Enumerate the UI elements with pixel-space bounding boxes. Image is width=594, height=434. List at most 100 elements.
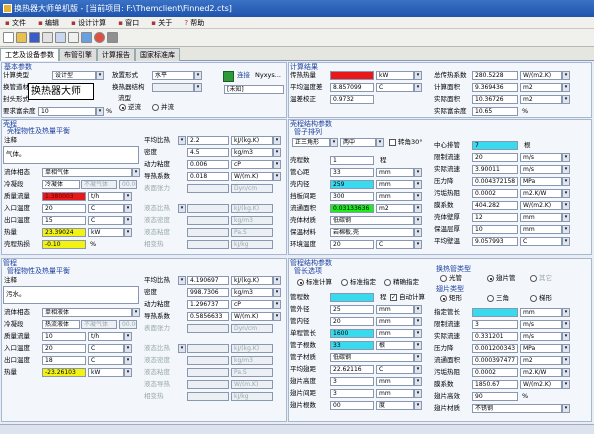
spec-length-dropdown-icon[interactable]: ▾ — [562, 308, 570, 317]
tube-tension-input[interactable] — [187, 324, 229, 333]
shell-out-dropdown-icon[interactable]: ▾ — [124, 216, 132, 225]
tri-fin-radio[interactable] — [487, 295, 494, 302]
tube-liq-cp-input[interactable] — [187, 344, 229, 353]
avg-fin-gap-dropdown-icon[interactable]: ▾ — [414, 365, 422, 374]
tube-medium-select[interactable]: 单相液体 — [42, 308, 132, 317]
shell-passes-input[interactable]: 1 — [330, 156, 374, 165]
fin-spacing-unit[interactable]: mm — [376, 389, 414, 398]
fin-angle-input[interactable]: 00 — [330, 401, 374, 410]
shell-flow-dropdown-icon[interactable]: ▾ — [124, 192, 132, 201]
tube-count-unit[interactable]: 根 — [376, 341, 414, 350]
mean-temp-diff-dropdown-icon[interactable]: ▾ — [414, 83, 422, 92]
shell-liq-visc-input[interactable] — [187, 228, 229, 237]
tube-heat-unit[interactable]: kW — [88, 368, 124, 377]
tube-out-dropdown-icon[interactable]: ▾ — [124, 356, 132, 365]
fin-height-input[interactable]: 3 — [330, 377, 374, 386]
tube-speed-limit-unit[interactable]: m/s — [520, 320, 562, 329]
structure-dropdown-icon[interactable]: ▾ — [194, 83, 202, 92]
copy-icon[interactable] — [55, 32, 66, 43]
link-icon[interactable] — [223, 71, 234, 82]
calc-area-unit[interactable]: m2 — [520, 83, 562, 92]
insulation-select[interactable]: 岩棉板,壳 — [330, 228, 414, 237]
counterflow-radio[interactable] — [119, 104, 126, 111]
tube-cp-dropdown-icon[interactable]: ▾ — [178, 276, 186, 285]
menu-file[interactable]: ▪ 文件 — [0, 17, 31, 29]
tube-fouling-input[interactable]: 0.0002 — [472, 368, 518, 377]
shell-thick-input[interactable]: 12 — [472, 213, 518, 222]
shell-note-text[interactable]: 气体。 — [3, 146, 139, 164]
shell-cond-input[interactable]: 0.018 — [187, 172, 229, 181]
margin-dropdown-icon[interactable]: ▾ — [96, 107, 104, 116]
shell-tension-unit[interactable]: Dyn/cm — [231, 184, 273, 193]
bare-tube-radio[interactable] — [440, 275, 447, 282]
baffle-dropdown-icon[interactable]: ▾ — [414, 192, 422, 201]
heat-load-unit[interactable]: kW — [376, 71, 414, 80]
tube-fouling-unit[interactable]: m2.K/W — [520, 368, 562, 377]
tube-visc-dropdown-icon[interactable]: ▾ — [273, 300, 281, 309]
pitch-layout-select[interactable]: 两中 — [340, 138, 376, 147]
shell-speed-limit-input[interactable]: 20 — [472, 153, 518, 162]
fin-angle-dropdown-icon[interactable]: ▾ — [414, 401, 422, 410]
real-area-unit[interactable]: m2 — [520, 95, 562, 104]
tab-report[interactable]: 计算报告 — [97, 48, 135, 61]
fin-height-unit[interactable]: mm — [376, 377, 414, 386]
tube-liq-visc-input[interactable] — [187, 368, 229, 377]
tube-od-unit[interactable]: mm — [376, 305, 414, 314]
shell-film-unit[interactable]: W/(m2.K) — [520, 201, 562, 210]
mean-temp-diff-unit[interactable]: C — [376, 83, 414, 92]
tube-id-input[interactable]: 20 — [330, 317, 374, 326]
heat-load-unit-dropdown-icon[interactable]: ▾ — [414, 71, 422, 80]
calculate-icon[interactable] — [81, 32, 92, 43]
tube-pitch-input[interactable]: 33 — [330, 168, 374, 177]
tube-density-dropdown-icon[interactable]: ▾ — [273, 288, 281, 297]
tube-length-input[interactable]: 1600 — [330, 329, 374, 338]
shell-in-dropdown-icon[interactable]: ▾ — [124, 204, 132, 213]
shell-density-dropdown-icon[interactable]: ▾ — [273, 148, 281, 157]
shell-visc-input[interactable]: 0.006 — [187, 160, 229, 169]
ambient-input[interactable]: 20 — [330, 240, 374, 249]
fin-material-dropdown-icon[interactable]: ▾ — [562, 404, 570, 413]
shell-heat-dropdown-icon[interactable]: ▾ — [124, 228, 132, 237]
std-calc-radio[interactable] — [297, 279, 304, 286]
overall-coeff-dropdown-icon[interactable]: ▾ — [562, 71, 570, 80]
trap-fin-radio[interactable] — [530, 295, 537, 302]
margin-input[interactable]: 10 — [38, 107, 96, 116]
shell-material-select[interactable]: 低碳钢 — [330, 216, 414, 225]
tube-od-dropdown-icon[interactable]: ▾ — [414, 305, 422, 314]
tube-flow-input[interactable]: 10 — [42, 332, 86, 341]
print-icon[interactable] — [107, 32, 118, 43]
tube-cp-unit[interactable]: kJ/(kg.K) — [231, 276, 273, 285]
cut-icon[interactable] — [42, 32, 53, 43]
tube-noncond-value[interactable]: 不凝气体 — [81, 320, 117, 329]
tube-liq-cond-unit[interactable]: W/(m.K) — [231, 380, 273, 389]
shell-id-input[interactable]: 259 — [330, 180, 374, 189]
menu-about[interactable]: ▪ 关于 — [146, 17, 177, 29]
shell-liq-density-input[interactable] — [187, 216, 229, 225]
ambient-dropdown-icon[interactable]: ▾ — [414, 240, 422, 249]
orient-dropdown-icon[interactable]: ▾ — [194, 71, 202, 80]
std-spec-radio[interactable] — [341, 279, 348, 286]
shell-noncond-pct[interactable]: 00.00 — [119, 180, 137, 189]
baffle-unit[interactable]: mm — [376, 192, 414, 201]
wall-temp-dropdown-icon[interactable]: ▾ — [562, 237, 570, 246]
fin-spacing-input[interactable]: 3 — [330, 389, 374, 398]
tube-density-unit[interactable]: kg/m3 — [231, 288, 273, 297]
real-area-dropdown-icon[interactable]: ▾ — [562, 95, 570, 104]
tube-out-input[interactable]: 18 — [42, 356, 86, 365]
shell-medium-select[interactable]: 单相气体 — [42, 168, 132, 177]
shell-in-unit[interactable]: C — [88, 204, 124, 213]
pitch-pattern-dropdown-icon[interactable]: ▾ — [330, 138, 338, 147]
tube-od-input[interactable]: 25 — [330, 305, 374, 314]
calc-type-select[interactable]: 设计型 — [52, 71, 96, 80]
tube-speed-limit-input[interactable]: 3 — [472, 320, 518, 329]
ins-thick-dropdown-icon[interactable]: ▾ — [562, 225, 570, 234]
wall-temp-unit[interactable]: C — [520, 237, 562, 246]
tube-film-unit[interactable]: W/(m2.K) — [520, 380, 562, 389]
shell-tension-input[interactable] — [187, 184, 229, 193]
shell-medium-dropdown-icon[interactable]: ▾ — [132, 168, 140, 177]
shell-liq-cp-unit[interactable]: kJ/(kg.K) — [231, 204, 273, 213]
tube-flow-dropdown-icon[interactable]: ▾ — [124, 332, 132, 341]
tube-material-dropdown-icon[interactable]: ▾ — [414, 353, 422, 362]
ins-thick-input[interactable]: 10 — [472, 225, 518, 234]
tube-medium-dropdown-icon[interactable]: ▾ — [132, 308, 140, 317]
